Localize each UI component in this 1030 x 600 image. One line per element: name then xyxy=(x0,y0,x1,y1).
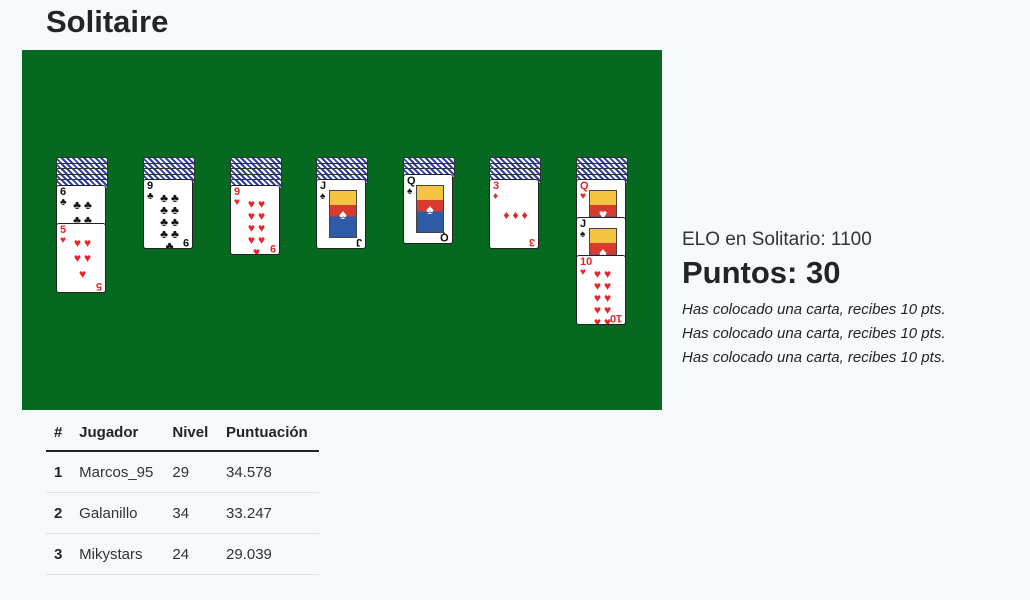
suit-pip-icon: ♥ xyxy=(247,208,258,223)
suit-pip-icon: ♥ xyxy=(258,196,269,211)
card-suit-icon: ♦ xyxy=(493,191,499,202)
row-player: Mikystars xyxy=(71,533,165,575)
card-pips: ♥ ♥ ♥ ♥ ♥ ♥ ♥ ♥ ♥ ♥ xyxy=(589,268,619,324)
row-rank: 3 xyxy=(46,533,72,575)
card-suit-icon: ♠ xyxy=(320,191,326,202)
face-card-portrait-icon: ♠ xyxy=(416,184,444,233)
leaderboard-table: # Jugador Nivel Puntuación 1 Marcos_95 2… xyxy=(46,414,319,575)
col-header-player: Jugador xyxy=(71,414,165,452)
row-level: 29 xyxy=(164,451,219,493)
suit-pip-icon: ♥ xyxy=(73,251,84,266)
score-panel: ELO en Solitario: 1100 Puntos: 30 Has co… xyxy=(682,228,1022,370)
row-score: 33.247 xyxy=(218,492,319,534)
card-pips: ♦ ♦ ♦ xyxy=(502,192,532,238)
suit-pip-icon: ♥ xyxy=(258,232,269,247)
card-pips: ♣ ♣ ♣ ♣ ♣ ♣ ♣ ♣ ♣ xyxy=(156,192,186,248)
card-suit-icon: ♥ xyxy=(580,267,586,278)
playing-card[interactable]: 9 ♥ 9 ♥ ♥ ♥ ♥ ♥ ♥ ♥ ♥ ♥ xyxy=(230,184,280,255)
suit-pip-icon: ♣ xyxy=(73,198,84,213)
card-suit-icon: ♥ xyxy=(60,234,66,246)
suit-pip-icon: ♥ xyxy=(258,220,269,235)
suit-pip-icon: ♥ xyxy=(247,220,258,235)
points-display: Puntos: 30 xyxy=(682,255,841,290)
elo-rating: ELO en Solitario: 1100 xyxy=(682,229,872,250)
suit-pip-icon: ♦ xyxy=(503,208,513,222)
suit-pip-icon: ♥ xyxy=(247,232,258,247)
game-board[interactable]: 6♣6♣♣♣♣♣♣5♥5♥♥♥♥♥9♣9♣♣♣♣♣♣♣♣♣9♥9♥♥♥♥♥♥♥♥… xyxy=(22,50,662,410)
playing-card[interactable]: J♠J♠ xyxy=(316,179,366,249)
row-player: Marcos_95 xyxy=(71,451,165,493)
row-level: 24 xyxy=(164,533,219,575)
table-row: 1 Marcos_95 29 34.578 xyxy=(46,451,319,493)
suit-pip-icon: ♥ xyxy=(78,266,90,281)
card-pips: ♥ ♥ ♥ ♥ ♥ ♥ ♥ ♥ ♥ xyxy=(243,196,273,254)
col-header-level: Nivel xyxy=(164,414,219,452)
suit-pip-icon: ♣ xyxy=(84,198,95,213)
playing-card[interactable]: 9 ♣ 9 ♣ ♣ ♣ ♣ ♣ ♣ ♣ ♣ ♣ xyxy=(143,179,193,249)
suit-pip-icon: ♥ xyxy=(247,196,258,211)
suit-pip-icon: ♥ xyxy=(593,315,604,325)
card-suit-icon: ♠ xyxy=(407,185,413,197)
table-header-row: # Jugador Nivel Puntuación xyxy=(46,414,319,452)
card-suit-icon: ♣ xyxy=(60,196,67,208)
event-log: Has colocado una carta, recibes 10 pts. … xyxy=(682,298,1022,370)
suit-pip-icon: ♦ xyxy=(521,208,531,222)
card-suit-icon: ♠ xyxy=(580,229,586,240)
row-rank: 1 xyxy=(46,451,72,493)
playing-card[interactable]: 3 ♦ 3 ♦ ♦ ♦ xyxy=(489,179,539,249)
row-score: 29.039 xyxy=(218,533,319,575)
suit-pip-icon: ♥ xyxy=(604,315,615,325)
suit-pip-icon: ♦ xyxy=(512,208,522,222)
col-header-score: Puntuación xyxy=(218,414,319,452)
card-pips: ♥ ♥ ♥ ♥ ♥ xyxy=(69,236,99,282)
row-score: 34.578 xyxy=(218,451,319,493)
suit-pip-icon: ♥ xyxy=(84,251,95,266)
row-level: 34 xyxy=(164,492,219,534)
row-rank: 2 xyxy=(46,492,72,534)
playing-card[interactable]: 10 ♥ 10 ♥ ♥ ♥ ♥ ♥ ♥ ♥ ♥ ♥ ♥ xyxy=(576,255,626,325)
suit-pip-icon: ♥ xyxy=(252,244,264,255)
suit-pip-icon: ♥ xyxy=(84,236,95,251)
suit-pip-icon: ♥ xyxy=(73,236,84,251)
row-player: Galanillo xyxy=(71,492,165,534)
card-rank: Q xyxy=(407,174,416,187)
col-header-rank: # xyxy=(46,414,72,452)
suit-pip-icon: ♣ xyxy=(165,239,177,249)
table-row: 3 Mikystars 24 29.039 xyxy=(46,533,319,575)
suit-pip-icon: ♥ xyxy=(258,208,269,223)
playing-card[interactable]: Q ♠ Q ♠ xyxy=(403,173,453,244)
card-rank: 6 xyxy=(60,185,67,198)
table-row: 2 Galanillo 34 33.247 xyxy=(46,492,319,534)
card-rank: 5 xyxy=(60,223,67,236)
card-suit-icon: ♥ xyxy=(234,196,240,208)
card-rank: 9 xyxy=(234,185,241,198)
page-title: Solitaire xyxy=(46,4,169,39)
card-suit-icon: ♥ xyxy=(580,191,586,202)
card-suit-icon: ♣ xyxy=(147,191,154,202)
log-entry: Has colocado una carta, recibes 10 pts. xyxy=(682,349,946,366)
face-card-portrait-icon: ♠ xyxy=(329,190,357,238)
log-entry: Has colocado una carta, recibes 10 pts. xyxy=(682,301,946,318)
log-entry: Has colocado una carta, recibes 10 pts. xyxy=(682,325,946,342)
playing-card[interactable]: 5 ♥ 5 ♥ ♥ ♥ ♥ ♥ xyxy=(56,222,106,293)
